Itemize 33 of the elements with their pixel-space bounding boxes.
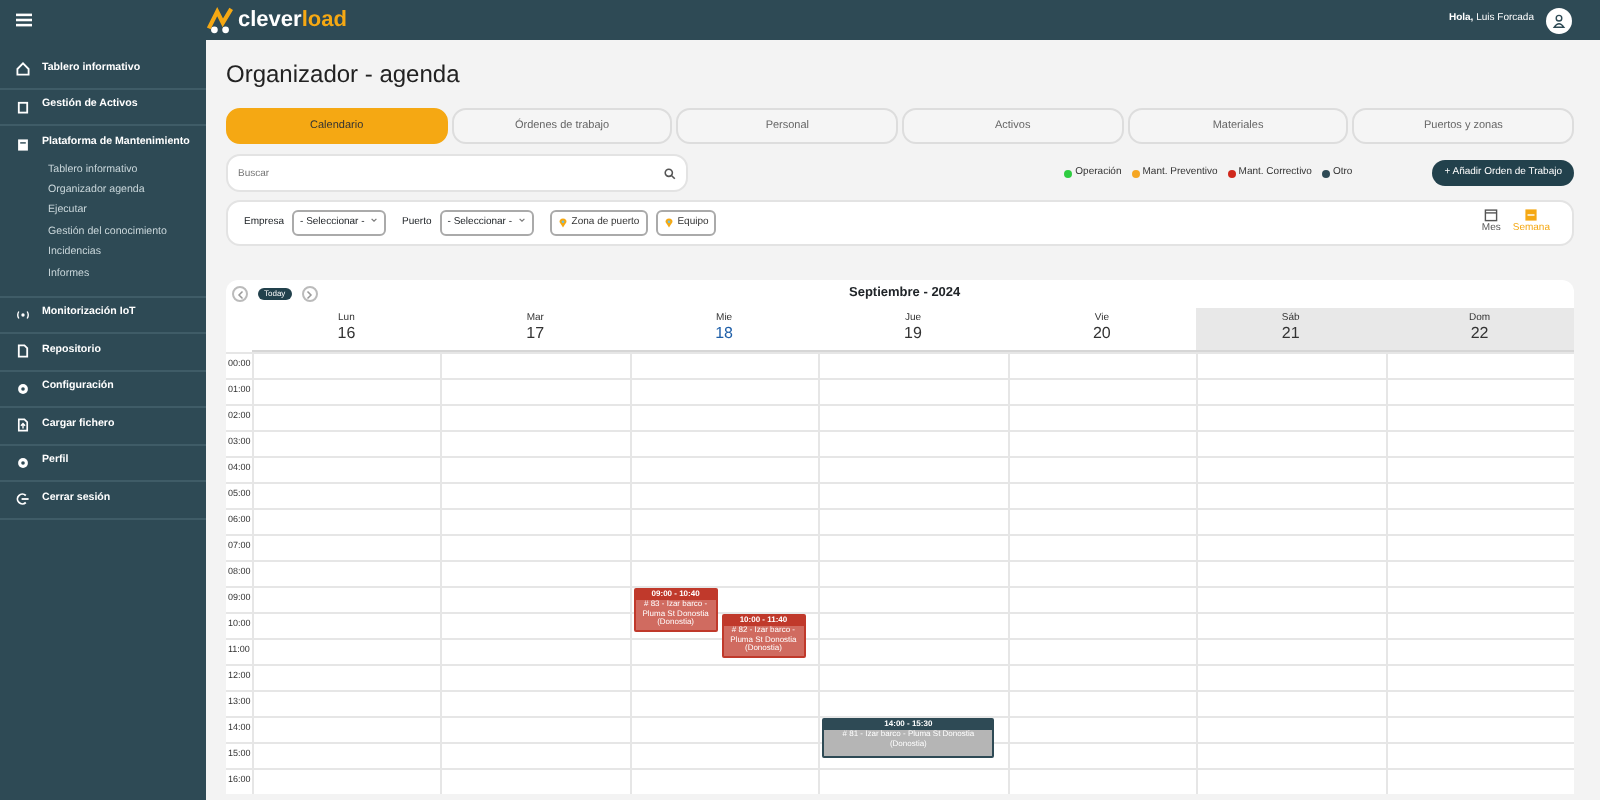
day-date: 18 [713, 325, 736, 343]
day-date: 16 [335, 325, 358, 343]
user-avatar-button[interactable] [1546, 7, 1572, 33]
calendar-icon [1524, 208, 1539, 223]
logout-icon [16, 492, 30, 507]
building-icon [16, 99, 30, 114]
pin-icon [557, 218, 568, 228]
page-title: Organizador - agenda [226, 58, 462, 92]
day-date: 22 [1468, 325, 1491, 343]
menu-button[interactable] [16, 12, 32, 28]
chevron-right-icon [304, 289, 315, 299]
logo-text: cleverload [238, 5, 347, 36]
calendar-icon [1484, 208, 1499, 223]
day-date: 20 [1090, 325, 1113, 343]
signal-icon [16, 307, 30, 322]
search-icon [664, 167, 676, 179]
caret-icon [517, 216, 526, 225]
day-date: 17 [524, 325, 547, 343]
file-icon [16, 344, 30, 359]
file-upload-icon [16, 418, 30, 433]
gear-icon [16, 381, 30, 396]
chevron-left-icon [235, 289, 245, 299]
menu-icon [16, 12, 32, 28]
caret-icon [370, 216, 379, 225]
day-date: 19 [902, 325, 924, 343]
home-icon [16, 62, 30, 77]
nav-arrow-button[interactable] [232, 286, 248, 302]
user-icon [1552, 13, 1566, 27]
day-date: 21 [1279, 325, 1302, 343]
pin-icon [663, 218, 674, 228]
gear-icon [16, 455, 30, 470]
document-icon [16, 137, 30, 152]
logo-icon [206, 6, 234, 34]
